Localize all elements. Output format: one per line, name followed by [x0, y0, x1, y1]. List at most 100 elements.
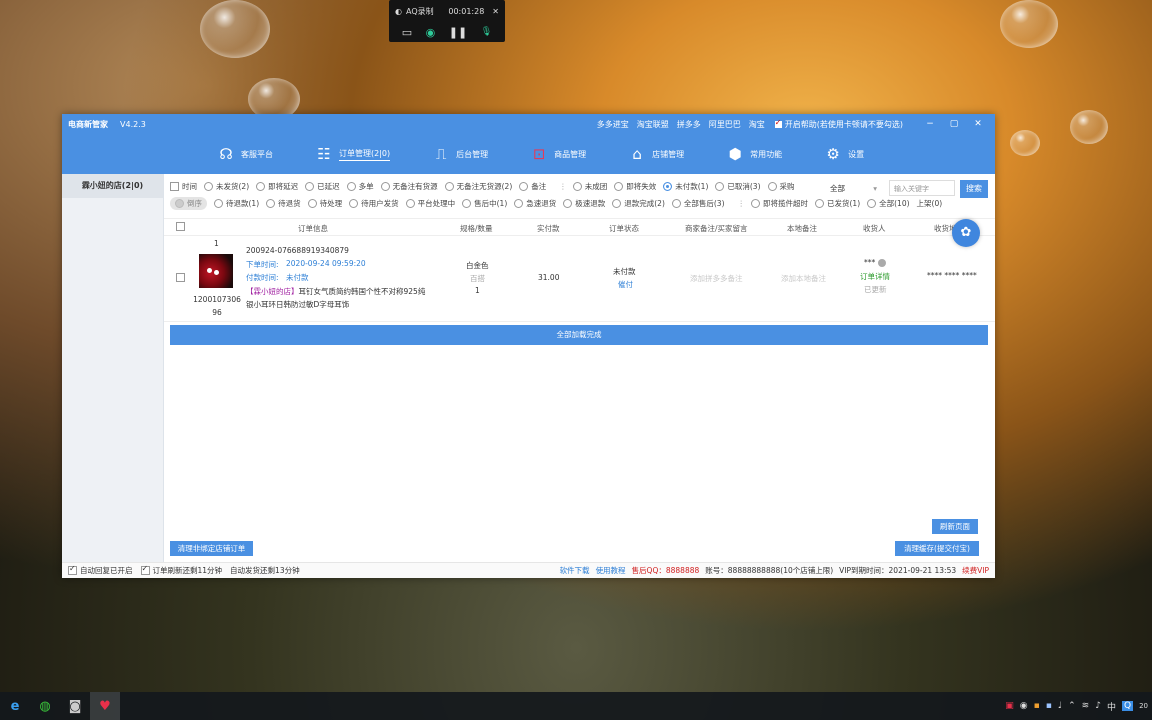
filter-option[interactable]: 即将延迟 — [256, 181, 298, 192]
platform-link-duoduo[interactable]: 多多进宝 — [597, 119, 629, 130]
filter-radio[interactable] — [815, 199, 824, 208]
sort-radio[interactable] — [175, 199, 184, 208]
app-icon[interactable]: ◙ — [60, 692, 90, 720]
maximize-button[interactable]: ▢ — [943, 119, 965, 129]
tutorial-link[interactable]: 使用教程 — [596, 565, 626, 576]
filter-option[interactable]: 急速退货 — [514, 198, 556, 209]
filter-option[interactable]: 全部(10) — [867, 198, 910, 209]
filter-option[interactable]: 即将揽件超时 — [751, 198, 808, 209]
filter-radio[interactable] — [867, 199, 877, 208]
table-row[interactable]: 1 120010730696 200924-076688919340879 下单… — [164, 236, 995, 322]
filter-checkbox[interactable] — [170, 182, 179, 191]
sort-desc-toggle[interactable]: 倒序 — [170, 197, 207, 210]
filter-option[interactable]: 多单 — [346, 181, 374, 192]
minimize-button[interactable]: − — [919, 119, 941, 129]
filter-radio[interactable] — [444, 182, 454, 191]
expand-tray-icon[interactable]: ⌃ — [1068, 701, 1076, 711]
filter-radio[interactable] — [514, 199, 524, 208]
filter-option[interactable]: 平台处理中 — [405, 198, 455, 209]
clear-cache-button[interactable]: 清理缓存(提交付宝) — [895, 541, 979, 556]
recorder-pause-icon[interactable]: ❚❚ — [449, 26, 467, 39]
tray-icon[interactable]: ◉ — [1020, 701, 1028, 711]
filter-radio[interactable] — [346, 182, 356, 191]
folder-icon[interactable]: ▪ — [1046, 701, 1052, 711]
sidebar-item-shop[interactable]: 霖小妞的店(2|0) — [62, 174, 163, 198]
filter-radio[interactable] — [767, 182, 777, 191]
filter-radio[interactable] — [266, 199, 276, 208]
filter-option[interactable]: 待退货 — [266, 198, 301, 209]
filter-option[interactable]: 未成团 — [572, 181, 607, 192]
ie-browser-icon[interactable]: e — [0, 692, 30, 720]
software-download-link[interactable]: 软件下载 — [560, 565, 590, 576]
ime-indicator[interactable]: 中 — [1107, 700, 1116, 713]
filter-option[interactable]: 已延迟 — [305, 181, 340, 192]
filter-radio[interactable] — [405, 199, 415, 208]
filter-radio-selected[interactable] — [663, 182, 673, 191]
row-checkbox[interactable] — [176, 273, 185, 282]
platform-link-pinduoduo[interactable]: 拼多多 — [677, 119, 701, 130]
platform-link-alibaba[interactable]: 阿里巴巴 — [709, 119, 741, 130]
filter-option[interactable]: 待处理 — [307, 198, 342, 209]
filter-radio[interactable] — [214, 199, 223, 208]
help-checkbox[interactable] — [774, 118, 782, 128]
browser-icon[interactable]: ◍ — [30, 692, 60, 720]
nav-goods[interactable]: ⊡ 商品管理 — [530, 145, 586, 163]
filter-radio[interactable] — [305, 182, 315, 191]
filter-time[interactable]: 时间 — [170, 181, 197, 192]
search-button[interactable]: 搜索 — [960, 180, 988, 198]
remind-pay-link[interactable]: 催付 — [618, 279, 633, 290]
filter-option[interactable]: 即将失效 — [614, 181, 656, 192]
auto-reply-toggle[interactable]: ✓ 自动回复已开启 — [68, 564, 133, 576]
filter-radio[interactable] — [349, 199, 359, 208]
order-number[interactable]: 200924-076688919340879 — [246, 246, 349, 255]
nav-store[interactable]: ⌂ 店铺管理 — [628, 145, 684, 163]
filter-option[interactable]: 售后中(1) — [462, 198, 507, 209]
filter-radio[interactable] — [204, 182, 213, 191]
status-select[interactable]: 全部 ▾ — [827, 181, 880, 195]
nav-settings[interactable]: ⚙ 设置 — [824, 145, 864, 163]
filter-radio[interactable] — [614, 182, 624, 191]
product-thumbnail[interactable] — [199, 254, 233, 288]
filter-radio[interactable] — [256, 182, 266, 191]
renew-vip-link[interactable]: 续费VIP — [962, 565, 989, 576]
tray-icon[interactable]: ▪ — [1034, 701, 1040, 711]
filter-radio[interactable] — [519, 182, 529, 191]
filter-radio[interactable] — [751, 199, 760, 208]
filter-radio[interactable] — [307, 199, 317, 208]
help-toggle[interactable]: 开启帮助(若使用卡顿请不要勾选) — [774, 118, 903, 130]
filter-radio[interactable] — [563, 199, 573, 208]
filter-option[interactable]: 全部售后(3) — [671, 198, 725, 209]
recorder-mic-icon[interactable]: 🎙 — [481, 27, 492, 37]
clear-unbound-orders-button[interactable]: 清理非绑定店铺订单 — [170, 541, 253, 556]
recorder-window-icon[interactable]: ▭ — [402, 26, 412, 39]
product-title[interactable]: 【霖小妞的店】耳钉女气质简约韩国个性不对称925纯银小耳环日韩防过敏D字母耳饰 — [246, 285, 431, 311]
filter-radio[interactable] — [612, 199, 622, 208]
order-detail-link[interactable]: 订单详情 — [860, 271, 890, 282]
nav-common-functions[interactable]: ⬢ 常用功能 — [726, 145, 783, 163]
network-icon[interactable]: ≋ — [1082, 701, 1090, 711]
filter-option[interactable]: 已取消(3) — [715, 181, 761, 192]
filter-option[interactable]: 无备注无货源(2) — [444, 181, 512, 192]
platform-link-taobao[interactable]: 淘宝 — [749, 119, 765, 130]
volume-icon[interactable]: ♪ — [1095, 701, 1101, 711]
dianshang-app-icon[interactable]: ♥ — [90, 692, 120, 720]
filter-option[interactable]: 上架(0) — [917, 198, 943, 209]
filter-option[interactable]: 备注 — [519, 181, 546, 192]
filter-radio[interactable] — [715, 182, 725, 191]
filter-option[interactable]: 极速退款 — [563, 198, 605, 209]
add-local-note-link[interactable]: 添加本地备注 — [781, 273, 826, 284]
filter-option[interactable]: 退款完成(2) — [612, 198, 665, 209]
keyword-input[interactable]: 输入关键字 — [889, 180, 955, 196]
tray-app-icon[interactable]: ▣ — [1005, 701, 1014, 711]
select-all-checkbox[interactable] — [176, 222, 185, 231]
close-button[interactable]: ✕ — [967, 119, 989, 129]
filter-radio[interactable] — [380, 182, 390, 191]
recorder-close-button[interactable]: ✕ — [492, 7, 499, 16]
add-merchant-note-link[interactable]: 添加拼多多备注 — [690, 273, 743, 284]
filter-option[interactable]: 已发货(1) — [815, 198, 860, 209]
recorder-record-icon[interactable]: ◉ — [426, 26, 436, 39]
nav-order-management[interactable]: ☷ 订单管理(2|0) — [315, 145, 391, 163]
filter-option-unpaid[interactable]: 未付款(1) — [663, 181, 708, 192]
filter-option[interactable]: 未发货(2) — [204, 181, 249, 192]
filter-radio[interactable] — [671, 199, 681, 208]
